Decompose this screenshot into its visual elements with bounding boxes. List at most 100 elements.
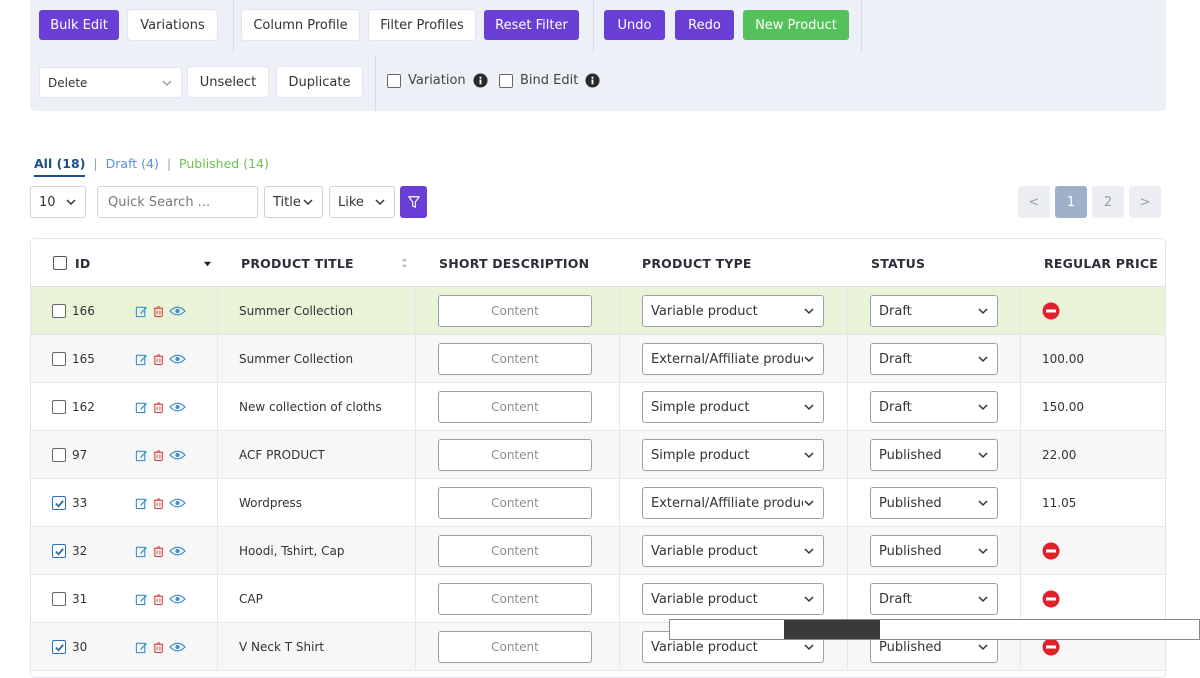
status-select[interactable]: Published xyxy=(870,487,998,519)
trash-icon[interactable] xyxy=(152,401,165,414)
short-description-editor-button[interactable]: Content xyxy=(438,535,592,567)
row-checkbox[interactable] xyxy=(52,592,66,606)
next-page-button[interactable]: > xyxy=(1129,186,1161,218)
product-type-select[interactable]: Variable product xyxy=(642,535,824,567)
short-description-editor-button[interactable]: Content xyxy=(438,439,592,471)
short-description-header[interactable]: SHORT DESCRIPTION xyxy=(439,239,589,287)
id-header[interactable]: ID xyxy=(53,239,90,287)
reset-filter-button[interactable]: Reset Filter xyxy=(484,10,579,40)
filter-button[interactable] xyxy=(400,186,427,218)
product-title-cell[interactable]: CAP xyxy=(239,575,263,623)
trash-icon[interactable] xyxy=(152,593,165,606)
status-select[interactable]: Draft xyxy=(870,583,998,615)
trash-icon[interactable] xyxy=(152,545,165,558)
regular-price-cell[interactable]: 100.00 xyxy=(1042,335,1084,383)
product-title-cell[interactable]: New collection of cloths xyxy=(239,383,382,431)
filter-profiles-button[interactable]: Filter Profiles xyxy=(369,10,475,40)
actions-menu-toggle[interactable] xyxy=(203,239,212,287)
eye-icon[interactable] xyxy=(169,401,186,413)
new-product-button[interactable]: New Product xyxy=(743,10,849,40)
product-type-select[interactable]: Variable product xyxy=(642,295,824,327)
status-select[interactable]: Published xyxy=(870,535,998,567)
row-checkbox[interactable] xyxy=(52,304,66,318)
product-title-cell[interactable]: Wordpress xyxy=(239,479,302,527)
edit-icon[interactable] xyxy=(135,401,148,414)
horizontal-scrollbar[interactable] xyxy=(669,619,1200,640)
product-type-header[interactable]: PRODUCT TYPE xyxy=(642,239,752,287)
tab-published[interactable]: Published (14) xyxy=(179,156,269,171)
variation-checkbox[interactable] xyxy=(387,73,401,88)
eye-icon[interactable] xyxy=(169,305,186,317)
redo-button[interactable]: Redo xyxy=(675,10,734,40)
row-checkbox[interactable] xyxy=(52,640,66,654)
bulk-edit-button[interactable]: Bulk Edit xyxy=(39,10,119,40)
duplicate-button[interactable]: Duplicate xyxy=(277,67,362,97)
regular-price-cell[interactable]: 150.00 xyxy=(1042,383,1084,431)
trash-icon[interactable] xyxy=(152,497,165,510)
edit-icon[interactable] xyxy=(135,305,148,318)
edit-icon[interactable] xyxy=(135,593,148,606)
page-1-button[interactable]: 1 xyxy=(1055,186,1087,218)
edit-icon[interactable] xyxy=(135,545,148,558)
regular-price-header[interactable]: REGULAR PRICE xyxy=(1044,239,1158,287)
scrollbar-thumb[interactable] xyxy=(784,620,880,639)
status-select[interactable]: Published xyxy=(870,439,998,471)
short-description-editor-button[interactable]: Content xyxy=(438,631,592,663)
tab-all[interactable]: All (18) xyxy=(34,156,86,177)
trash-icon[interactable] xyxy=(152,641,165,654)
product-type-select[interactable]: Simple product xyxy=(642,439,824,471)
row-checkbox[interactable] xyxy=(52,496,66,510)
eye-icon[interactable] xyxy=(169,353,186,365)
eye-icon[interactable] xyxy=(169,641,186,653)
quick-search-field[interactable] xyxy=(106,193,249,211)
row-checkbox[interactable] xyxy=(52,400,66,414)
trash-icon[interactable] xyxy=(152,353,165,366)
quick-search-input[interactable] xyxy=(97,186,258,218)
search-operator-select[interactable]: Like xyxy=(329,186,395,218)
product-title-cell[interactable]: V Neck T Shirt xyxy=(239,623,324,671)
regular-price-cell[interactable] xyxy=(1042,287,1060,335)
product-type-select[interactable]: Simple product xyxy=(642,391,824,423)
edit-icon[interactable] xyxy=(135,449,148,462)
edit-icon[interactable] xyxy=(135,641,148,654)
trash-icon[interactable] xyxy=(152,449,165,462)
regular-price-cell[interactable] xyxy=(1042,527,1060,575)
tab-draft[interactable]: Draft (4) xyxy=(106,156,159,171)
short-description-editor-button[interactable]: Content xyxy=(438,583,592,615)
product-type-select[interactable]: External/Affiliate product xyxy=(642,487,824,519)
status-header[interactable]: STATUS xyxy=(871,239,925,287)
eye-icon[interactable] xyxy=(169,545,186,557)
regular-price-cell[interactable] xyxy=(1042,575,1060,623)
prev-page-button[interactable]: < xyxy=(1018,186,1050,218)
page-2-button[interactable]: 2 xyxy=(1092,186,1124,218)
product-type-select[interactable]: Variable product xyxy=(642,583,824,615)
product-type-select[interactable]: External/Affiliate product xyxy=(642,343,824,375)
per-page-select[interactable]: 10 xyxy=(30,186,86,218)
short-description-editor-button[interactable]: Content xyxy=(438,391,592,423)
eye-icon[interactable] xyxy=(169,497,186,509)
info-icon[interactable] xyxy=(585,73,600,88)
short-description-editor-button[interactable]: Content xyxy=(438,343,592,375)
column-profile-button[interactable]: Column Profile xyxy=(242,10,359,40)
status-select[interactable]: Draft xyxy=(870,391,998,423)
search-field-select[interactable]: Title xyxy=(264,186,323,218)
product-title-cell[interactable]: ACF PRODUCT xyxy=(239,431,325,479)
undo-button[interactable]: Undo xyxy=(604,10,665,40)
eye-icon[interactable] xyxy=(169,593,186,605)
product-title-cell[interactable]: Hoodi, Tshirt, Cap xyxy=(239,527,344,575)
edit-icon[interactable] xyxy=(135,353,148,366)
info-icon[interactable] xyxy=(473,73,488,88)
bulk-action-select[interactable]: Delete xyxy=(39,67,182,98)
regular-price-cell[interactable]: 11.05 xyxy=(1042,479,1076,527)
short-description-editor-button[interactable]: Content xyxy=(438,487,592,519)
status-select[interactable]: Draft xyxy=(870,343,998,375)
row-checkbox[interactable] xyxy=(52,544,66,558)
unselect-button[interactable]: Unselect xyxy=(188,67,268,97)
edit-icon[interactable] xyxy=(135,497,148,510)
bind-edit-checkbox[interactable] xyxy=(499,73,513,88)
status-select[interactable]: Draft xyxy=(870,295,998,327)
variations-button[interactable]: Variations xyxy=(128,10,217,40)
product-title-cell[interactable]: Summer Collection xyxy=(239,335,353,383)
sort-icon[interactable] xyxy=(401,239,408,287)
regular-price-cell[interactable]: 22.00 xyxy=(1042,431,1076,479)
